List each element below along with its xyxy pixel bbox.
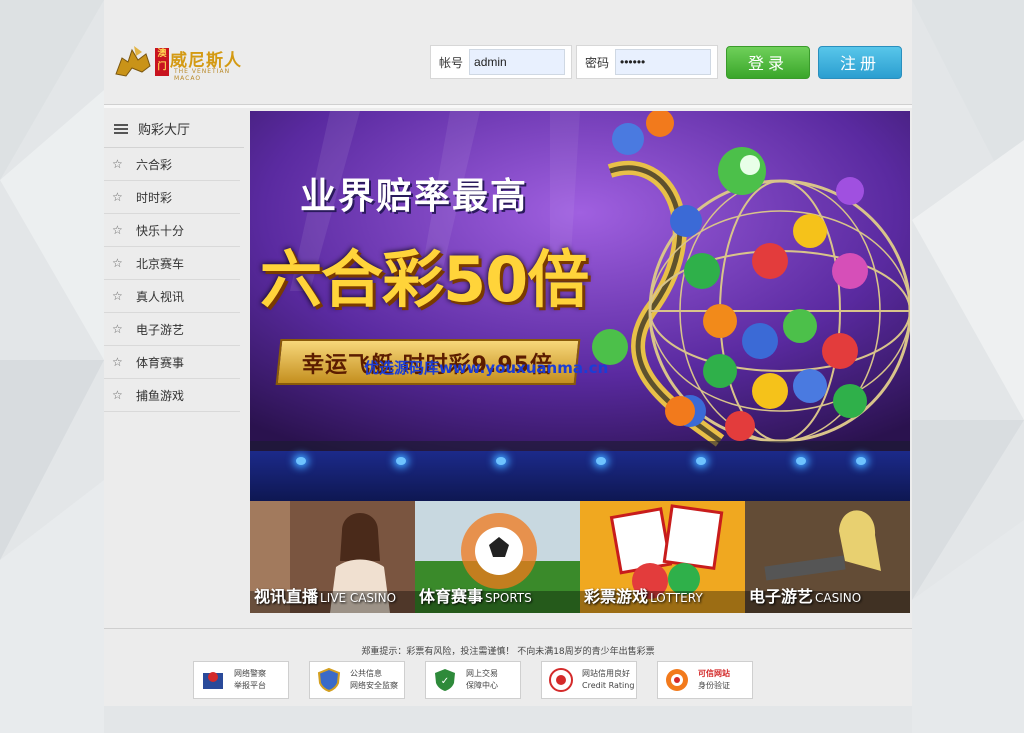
stage-light [696, 457, 706, 465]
password-label: 密码 [585, 55, 610, 70]
badge-line: 网络安全监察 [350, 681, 398, 690]
stage-light [496, 457, 506, 465]
sidebar-item-label: 时时彩 [136, 190, 173, 205]
badge-line: 保障中心 [466, 681, 498, 690]
watermark-text: 优选源码库www.youxuanma.cn [364, 359, 609, 377]
sidebar-item-liuhecai[interactable]: ☆ 六合彩 [104, 148, 240, 181]
badge-cyber-police[interactable]: 网络警察 举报平台 [193, 661, 289, 699]
footer: 郑重提示：彩票有风险，投注需谨慎！ 不向未满18周岁的青少年出售彩票 网络警察举… [104, 628, 912, 706]
star-icon: ☆ [112, 256, 123, 270]
sidebar: 购彩大厅 ☆ 六合彩 ☆ 时时彩 ☆ 快乐十分 ☆ 北京赛车 ☆ 真人视讯 ☆ … [104, 110, 244, 412]
password-input[interactable]: •••••• [615, 49, 712, 75]
sidebar-item-label: 真人视讯 [136, 289, 185, 304]
account-input[interactable]: admin [469, 49, 566, 75]
sidebar-header: 购彩大厅 [104, 110, 244, 148]
badge-line: 网站信用良好 [582, 669, 630, 678]
list-icon [114, 123, 128, 134]
badge-line: Credit Rating [582, 681, 635, 690]
trusted-site-icon [666, 669, 688, 691]
star-icon: ☆ [112, 322, 123, 336]
star-icon: ☆ [112, 388, 123, 402]
card-caption: 体育赛事 SPORTS [419, 587, 532, 606]
sidebar-item-kuaileshifen[interactable]: ☆ 快乐十分 [104, 214, 240, 247]
badge-trusted-site[interactable]: 可信网站 身份验证 [657, 661, 753, 699]
page-container: 澳门 威尼斯人 THE VENETIAN MACAO 帐号 admin 密码 •… [104, 0, 912, 706]
star-icon: ☆ [112, 190, 123, 204]
logo[interactable]: 澳门 威尼斯人 THE VENETIAN MACAO [112, 44, 252, 84]
category-cards: 视讯直播 LIVE CASINO 体育赛事 SPORTS 彩票游戏 LOTTER… [250, 501, 910, 613]
promo-banner[interactable]: 业界赔率最高 六合彩50倍 幸运飞艇 时时彩9.95倍 优选源码库www.you… [250, 111, 910, 451]
card-lottery[interactable]: 彩票游戏 LOTTERY [580, 501, 745, 613]
star-icon: ☆ [112, 289, 123, 303]
card-casino[interactable]: 电子游艺 CASINO [745, 501, 910, 613]
banner-title: 业界赔率最高 [300, 175, 529, 217]
password-field-group: 密码 •••••• [576, 45, 718, 79]
stage-light [596, 457, 606, 465]
svg-text:✓: ✓ [441, 676, 449, 687]
stage-strip [250, 451, 910, 501]
lion-icon [115, 46, 151, 77]
sidebar-item-shishicai[interactable]: ☆ 时时彩 [104, 181, 240, 214]
header-divider [104, 104, 912, 108]
stage-light [856, 457, 866, 465]
sidebar-item-electronic-games[interactable]: ☆ 电子游艺 [104, 313, 240, 346]
logo-subtitle: THE VENETIAN MACAO [174, 68, 231, 82]
sidebar-item-sports[interactable]: ☆ 体育赛事 [104, 346, 240, 379]
badge-line: 网上交易 [466, 669, 498, 678]
stage-light [296, 457, 306, 465]
risk-notice: 郑重提示：彩票有风险，投注需谨慎！ 不向未满18周岁的青少年出售彩票 [361, 647, 655, 657]
card-caption: 电子游艺 CASINO [749, 587, 862, 606]
card-sports[interactable]: 体育赛事 SPORTS [415, 501, 580, 613]
star-icon: ☆ [112, 355, 123, 369]
badge-credit-rating[interactable]: 网站信用良好 Credit Rating [541, 661, 637, 699]
badge-line: 身份验证 [698, 681, 730, 690]
account-label: 帐号 [439, 55, 464, 70]
stage-light [396, 457, 406, 465]
trust-badges: 网络警察 举报平台 公共信息 网络安全监察 ✓ 网上交易 保障中心 网站信用良好… [193, 661, 753, 699]
sidebar-item-live-video[interactable]: ☆ 真人视讯 [104, 280, 240, 313]
badge-line: 网络警察 [234, 669, 266, 678]
account-field-group: 帐号 admin [430, 45, 572, 79]
badge-line: 可信网站 [698, 669, 730, 678]
star-icon: ☆ [112, 157, 123, 171]
register-button[interactable]: 注册 [818, 46, 902, 79]
sidebar-item-label: 北京赛车 [136, 256, 185, 271]
trade-shield-icon: ✓ [435, 669, 455, 691]
banner-headline: 六合彩50倍 [260, 243, 589, 316]
logo-badge: 澳门 [155, 48, 169, 76]
card-live-casino[interactable]: 视讯直播 LIVE CASINO [250, 501, 415, 613]
sidebar-item-label: 捕鱼游戏 [136, 388, 185, 403]
sidebar-item-label: 电子游艺 [136, 322, 185, 337]
shield-icon [317, 667, 341, 693]
sidebar-item-beijingsaiche[interactable]: ☆ 北京赛车 [104, 247, 240, 280]
card-caption: 彩票游戏 LOTTERY [584, 587, 703, 606]
sidebar-item-label: 体育赛事 [136, 355, 185, 370]
badge-line: 举报平台 [234, 681, 266, 690]
badge-line: 公共信息 [350, 669, 382, 678]
sidebar-item-label: 快乐十分 [136, 223, 185, 238]
police-icon [203, 672, 223, 689]
stage-light [796, 457, 806, 465]
badge-public-info[interactable]: 公共信息网络安全监察 [309, 661, 405, 699]
credit-seal-icon [549, 668, 573, 692]
header: 澳门 威尼斯人 THE VENETIAN MACAO 帐号 admin 密码 •… [104, 0, 912, 104]
sidebar-header-label: 购彩大厅 [138, 123, 191, 138]
badge-trade-security[interactable]: ✓ 网上交易保障中心 [425, 661, 521, 699]
card-caption: 视讯直播 LIVE CASINO [254, 587, 397, 606]
sidebar-item-label: 六合彩 [136, 157, 173, 172]
sidebar-item-fishing[interactable]: ☆ 捕鱼游戏 [104, 379, 240, 412]
login-button[interactable]: 登录 [726, 46, 810, 79]
star-icon: ☆ [112, 223, 123, 237]
